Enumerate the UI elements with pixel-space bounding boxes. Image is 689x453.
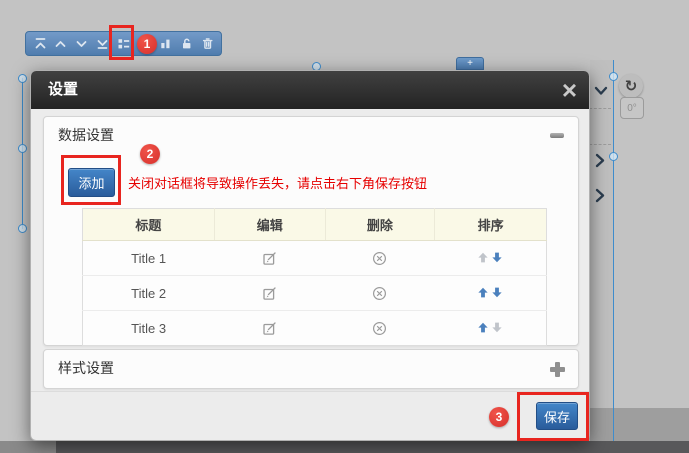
background-panel-column (590, 60, 613, 441)
annotation-badge-3: 3 (489, 407, 509, 427)
move-down-icon[interactable] (75, 37, 89, 51)
chevron-right-icon[interactable] (594, 188, 606, 208)
warning-text: 关闭对话框将导致操作丢失，请点击右下角保存按钮 (128, 173, 427, 192)
data-settings-title: 数据设置 (58, 117, 114, 154)
data-settings-panel-header[interactable]: 数据设置 (44, 117, 578, 152)
add-element-button-background[interactable]: + (456, 57, 484, 70)
edit-icon[interactable] (262, 286, 277, 301)
sort-up-icon[interactable] (478, 287, 488, 298)
screen: + ↻ 0° 设置 × 数据设置 添加 关闭对话框将导致操作丢失，请点击右下角保… (0, 0, 689, 453)
row-title: Title 3 (83, 311, 215, 346)
column-header-delete: 删除 (325, 209, 435, 241)
style-settings-panel: 样式设置 (43, 349, 579, 389)
chevron-down-icon[interactable] (594, 84, 608, 102)
table-row: Title 3 (83, 311, 547, 346)
rotate-icon[interactable]: ↻ (619, 74, 643, 98)
delete-icon[interactable] (372, 321, 387, 336)
column-header-edit: 编辑 (214, 209, 325, 241)
delete-icon[interactable] (372, 286, 387, 301)
background-shade-right (590, 408, 689, 441)
data-settings-panel: 数据设置 添加 关闭对话框将导致操作丢失，请点击右下角保存按钮 标题 编辑 删除… (43, 116, 579, 346)
dialog-title: 设置 (48, 71, 78, 109)
sort-controls (478, 287, 502, 298)
sort-up-icon[interactable] (478, 252, 488, 263)
data-table-body: Title 1 (83, 241, 547, 346)
sort-controls (478, 322, 502, 333)
edit-icon[interactable] (262, 321, 277, 336)
chevron-right-icon[interactable] (594, 153, 606, 173)
close-icon[interactable]: × (562, 74, 577, 106)
row-title: Title 2 (83, 276, 215, 311)
background-bottom-bar-left (0, 441, 56, 453)
selection-handle-mid-left[interactable] (18, 144, 27, 153)
trash-icon[interactable] (200, 37, 214, 51)
sort-down-icon[interactable] (492, 287, 502, 298)
settings-dialog: 设置 × 数据设置 添加 关闭对话框将导致操作丢失，请点击右下角保存按钮 标题 … (30, 70, 590, 441)
dialog-header[interactable]: 设置 × (31, 71, 589, 109)
annotation-badge-2: 2 (140, 144, 160, 164)
data-table: 标题 编辑 删除 排序 Title 1 (82, 208, 547, 346)
expand-plus-icon[interactable] (550, 362, 565, 377)
bar-chart-icon[interactable] (158, 37, 172, 51)
add-row: 添加 关闭对话框将导致操作丢失，请点击右下角保存按钮 (68, 168, 427, 197)
annotation-badge-1: 1 (137, 34, 157, 54)
selection-border-right (613, 60, 614, 441)
collapse-minus-icon[interactable] (550, 133, 564, 138)
sort-down-icon[interactable] (492, 322, 502, 333)
selection-handle-bottom-left[interactable] (18, 224, 27, 233)
background-bottom-bar (0, 441, 689, 453)
sort-controls (478, 252, 502, 263)
annotation-box-step1 (109, 25, 134, 60)
selection-border-left (22, 78, 23, 229)
table-row: Title 1 (83, 241, 547, 276)
annotation-box-step2 (61, 155, 121, 205)
style-settings-title: 样式设置 (58, 350, 114, 387)
style-settings-panel-header[interactable]: 样式设置 (44, 350, 578, 385)
selection-handle-top-left[interactable] (18, 74, 27, 83)
move-to-bottom-icon[interactable] (96, 37, 110, 51)
column-header-title: 标题 (83, 209, 215, 241)
row-title: Title 1 (83, 241, 215, 276)
column-header-sort: 排序 (435, 209, 547, 241)
selection-handle-top-right[interactable] (609, 72, 618, 81)
move-up-icon[interactable] (54, 37, 68, 51)
lock-icon[interactable] (179, 37, 193, 51)
edit-icon[interactable] (262, 251, 277, 266)
annotation-box-step3 (517, 392, 589, 441)
delete-icon[interactable] (372, 251, 387, 266)
move-to-top-icon[interactable] (33, 37, 47, 51)
table-row: Title 2 (83, 276, 547, 311)
sort-down-icon[interactable] (492, 252, 502, 263)
sort-up-icon[interactable] (478, 322, 488, 333)
selection-handle-mid-right[interactable] (609, 152, 618, 161)
rotation-degree-badge: 0° (620, 97, 644, 119)
data-table-head: 标题 编辑 删除 排序 (83, 209, 547, 241)
